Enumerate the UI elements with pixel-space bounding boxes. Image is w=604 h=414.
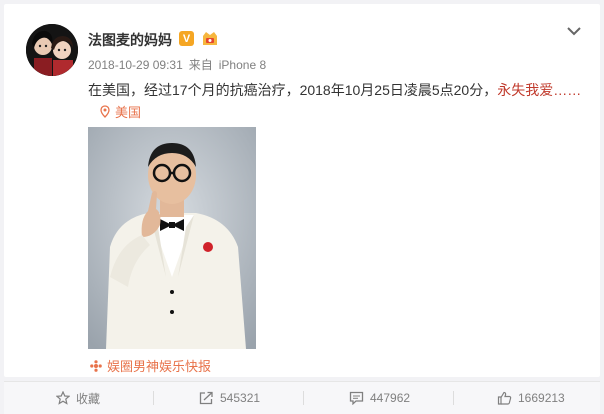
author-name[interactable]: 法图麦的妈妈 xyxy=(88,30,172,50)
device-name: iPhone 8 xyxy=(218,58,267,72)
post-meta: 2018-10-29 09:31 来自 iPhone 8 xyxy=(88,56,272,73)
favorite-button[interactable]: 收藏 xyxy=(56,382,100,414)
source-prefix: 来自 xyxy=(188,58,213,72)
verified-badge-icon: V xyxy=(179,31,194,46)
location-pin-icon xyxy=(100,105,110,118)
repost-count: 545321 xyxy=(220,391,261,405)
location-label: 美国 xyxy=(115,105,142,120)
comment-button[interactable]: 447962 xyxy=(349,382,410,414)
divider xyxy=(453,391,454,405)
like-count: 1669213 xyxy=(518,391,565,405)
vip-badge-icon xyxy=(201,30,219,47)
avatar[interactable] xyxy=(26,24,78,76)
timestamp[interactable]: 2018-10-29 09:31 xyxy=(88,58,183,72)
comment-icon xyxy=(349,391,364,405)
action-bar: 收藏 545321 447962 1669213 xyxy=(4,381,600,414)
source-tag-label: 娱圈男神娱乐快报 xyxy=(107,359,212,374)
divider xyxy=(153,391,154,405)
weibo-post-card: 法图麦的妈妈 V 2018-10-29 09:31 来自 iPhone 8 在美国，… xyxy=(4,4,600,377)
divider xyxy=(303,391,304,405)
thumbs-up-icon xyxy=(497,391,512,405)
source-tag-link[interactable]: 娱圈男神娱乐快报 xyxy=(90,356,211,375)
like-button[interactable]: 1669213 xyxy=(497,382,565,414)
post-text-highlight: 永失我爱…… xyxy=(497,82,582,98)
star-icon xyxy=(56,391,70,405)
source-tag-icon xyxy=(90,359,102,372)
location-link[interactable]: 美国 xyxy=(100,102,141,121)
post-photo[interactable] xyxy=(88,127,256,349)
repost-icon xyxy=(199,391,213,405)
repost-button[interactable]: 545321 xyxy=(199,382,260,414)
post-text: 在美国，经过17个月的抗癌治疗，2018年10月25日凌晨5点20分，永失我爱…… xyxy=(88,80,581,100)
chevron-down-icon[interactable] xyxy=(566,24,582,36)
post-text-body: 在美国，经过17个月的抗癌治疗，2018年10月25日凌晨5点20分， xyxy=(88,82,498,98)
comment-count: 447962 xyxy=(370,391,411,405)
favorite-label: 收藏 xyxy=(76,391,101,406)
